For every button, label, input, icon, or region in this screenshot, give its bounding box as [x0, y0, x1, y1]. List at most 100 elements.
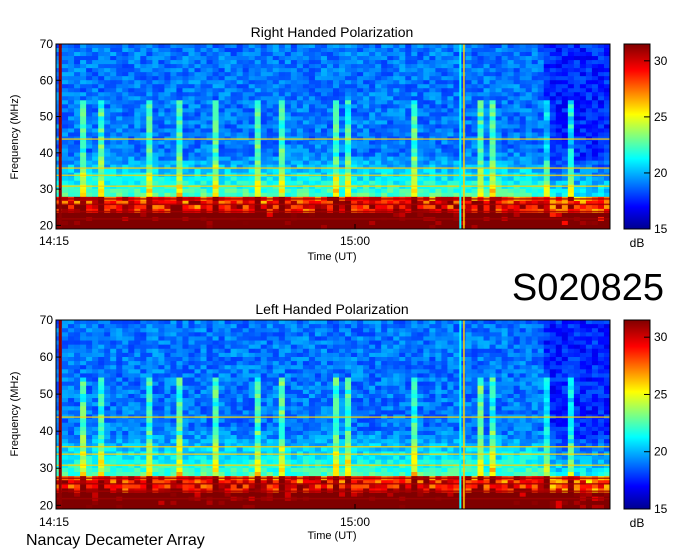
heatmap-cell	[345, 156, 352, 162]
heatmap-cell	[429, 340, 436, 346]
heatmap-cell	[254, 348, 262, 354]
heatmap-cell	[320, 324, 328, 329]
heatmap-cell	[525, 48, 533, 53]
heatmap-cell	[326, 96, 334, 101]
heatmap-cell	[447, 60, 454, 65]
heatmap-cell	[116, 124, 123, 129]
heatmap-cell	[555, 56, 563, 61]
heatmap-cell	[80, 220, 87, 226]
heatmap-cell	[152, 192, 159, 198]
heatmap-cell	[351, 76, 358, 81]
heatmap-cell	[236, 132, 244, 137]
heatmap-cell	[182, 72, 189, 77]
heatmap-cell	[302, 320, 310, 325]
heatmap-cell	[104, 96, 111, 101]
heatmap-cell	[242, 180, 250, 186]
heatmap-cell	[429, 88, 436, 93]
heatmap-cell	[483, 120, 490, 125]
heatmap-cell	[116, 220, 123, 226]
heatmap-cell	[501, 168, 509, 174]
heatmap-cell	[447, 100, 454, 105]
heatmap-cell	[579, 80, 587, 85]
heatmap-cell	[531, 188, 539, 194]
heatmap-cell	[74, 340, 81, 346]
heatmap-cell	[369, 324, 376, 329]
heatmap-cell	[597, 112, 605, 117]
y-tick-label: 60	[40, 73, 54, 87]
heatmap-cell	[266, 92, 274, 97]
heatmap-cell	[98, 152, 105, 158]
heatmap-cell	[272, 188, 280, 194]
heatmap-cell	[567, 92, 575, 97]
heatmap-cell	[417, 92, 424, 97]
heatmap-cell	[489, 84, 496, 89]
heatmap-cell	[134, 168, 141, 174]
heatmap-cell	[567, 320, 575, 325]
heatmap-cell	[146, 96, 153, 101]
heatmap-cell	[423, 324, 430, 329]
heatmap-cell	[393, 52, 400, 57]
heatmap-cell	[591, 104, 599, 109]
heatmap-cell	[182, 344, 189, 350]
heatmap-cell	[284, 116, 292, 121]
heatmap-cell	[98, 104, 105, 109]
heatmap-cell	[266, 148, 274, 153]
heatmap-cell	[357, 128, 364, 133]
heatmap-cell	[465, 348, 472, 354]
heatmap-cell	[164, 100, 171, 105]
heatmap-cell	[242, 48, 250, 53]
heatmap-cell	[272, 144, 280, 149]
heatmap-cell	[471, 48, 478, 53]
heatmap-cell	[278, 192, 286, 198]
heatmap-cell	[561, 160, 569, 166]
heatmap-cell	[164, 92, 171, 97]
heatmap-cell	[579, 56, 587, 61]
y-tick-label: 70	[40, 37, 54, 51]
heatmap-cell	[128, 76, 135, 81]
heatmap-cell	[399, 72, 406, 77]
heatmap-cell	[543, 104, 551, 109]
heatmap-cell	[603, 128, 611, 133]
heatmap-cell	[513, 104, 521, 109]
heatmap-cell	[104, 204, 111, 210]
heatmap-cell	[116, 204, 123, 210]
heatmap-cell	[176, 88, 183, 93]
heatmap-cell	[140, 192, 147, 198]
heatmap-cell	[200, 328, 207, 333]
heatmap-cell	[483, 116, 490, 121]
heatmap-cell	[513, 108, 521, 113]
heatmap-cell	[501, 68, 509, 73]
heatmap-cell	[110, 156, 117, 162]
heatmap-cell	[465, 320, 472, 325]
heatmap-cell	[375, 128, 382, 133]
heatmap-cell	[224, 336, 232, 341]
heatmap-cell	[525, 156, 533, 162]
heatmap-cell	[531, 72, 539, 77]
heatmap-cell	[513, 84, 521, 89]
heatmap-cell	[549, 204, 557, 210]
heatmap-cell	[158, 116, 165, 121]
heatmap-cell	[339, 84, 346, 89]
heatmap-cell	[423, 116, 430, 121]
heatmap-cell	[375, 168, 382, 174]
heatmap-cell	[122, 220, 129, 226]
heatmap-cell	[501, 76, 509, 81]
heatmap-cell	[182, 108, 189, 113]
heatmap-cell	[182, 44, 189, 49]
heatmap-cell	[230, 104, 238, 109]
heatmap-cell	[152, 52, 159, 57]
interference-line	[56, 203, 610, 206]
heatmap-cell	[555, 44, 563, 49]
heatmap-cell	[525, 320, 533, 325]
heatmap-cell	[152, 148, 159, 153]
heatmap-cell	[314, 132, 322, 137]
heatmap-cell	[290, 340, 298, 346]
heatmap-cell	[405, 76, 412, 81]
heatmap-cell	[104, 340, 111, 346]
heatmap-cell	[333, 160, 340, 166]
heatmap-cell	[158, 64, 165, 69]
heatmap-cell	[483, 80, 490, 85]
heatmap-cell	[537, 108, 545, 113]
heatmap-cell	[230, 44, 238, 49]
heatmap-cell	[501, 212, 509, 218]
